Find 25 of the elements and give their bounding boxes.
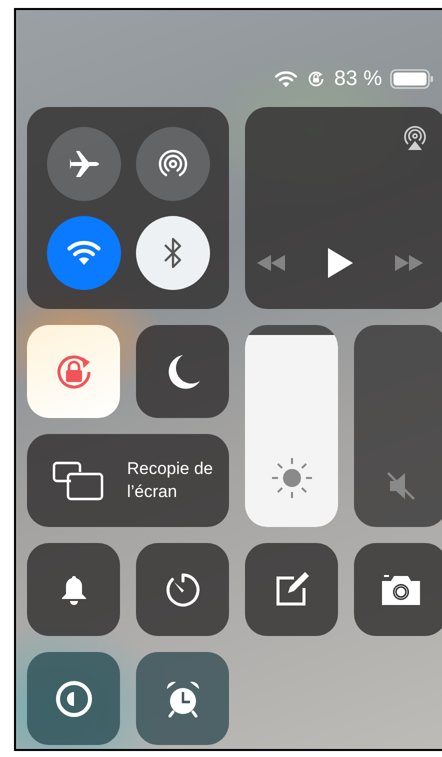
airplay-icon — [403, 125, 427, 151]
camera-button[interactable] — [354, 543, 442, 636]
rotation-lock-icon — [306, 69, 326, 89]
volume-slider[interactable] — [354, 325, 442, 527]
do-not-disturb-toggle[interactable] — [136, 325, 229, 418]
alarm-button[interactable] — [136, 652, 229, 745]
fast-forward-icon — [393, 252, 425, 273]
bell-button[interactable] — [27, 543, 120, 636]
timer-icon — [164, 570, 202, 608]
play-button[interactable] — [326, 247, 354, 279]
battery-icon — [390, 68, 434, 90]
screen-mirroring-icon — [51, 460, 105, 500]
wifi-icon — [66, 239, 102, 266]
battery-percentage: 83 % — [334, 66, 382, 92]
rotation-lock-toggle[interactable] — [27, 325, 120, 418]
wifi-icon — [274, 70, 298, 88]
rewind-icon — [255, 252, 287, 273]
notes-button[interactable] — [245, 543, 338, 636]
contrast-icon — [54, 680, 92, 718]
bell-icon — [60, 574, 86, 606]
airplay-button[interactable] — [403, 125, 427, 151]
contrast-button[interactable] — [27, 652, 120, 745]
play-icon — [326, 247, 354, 279]
screen-mirroring-button[interactable]: Recopie de l’écran — [27, 434, 229, 527]
timer-button[interactable] — [136, 543, 229, 636]
